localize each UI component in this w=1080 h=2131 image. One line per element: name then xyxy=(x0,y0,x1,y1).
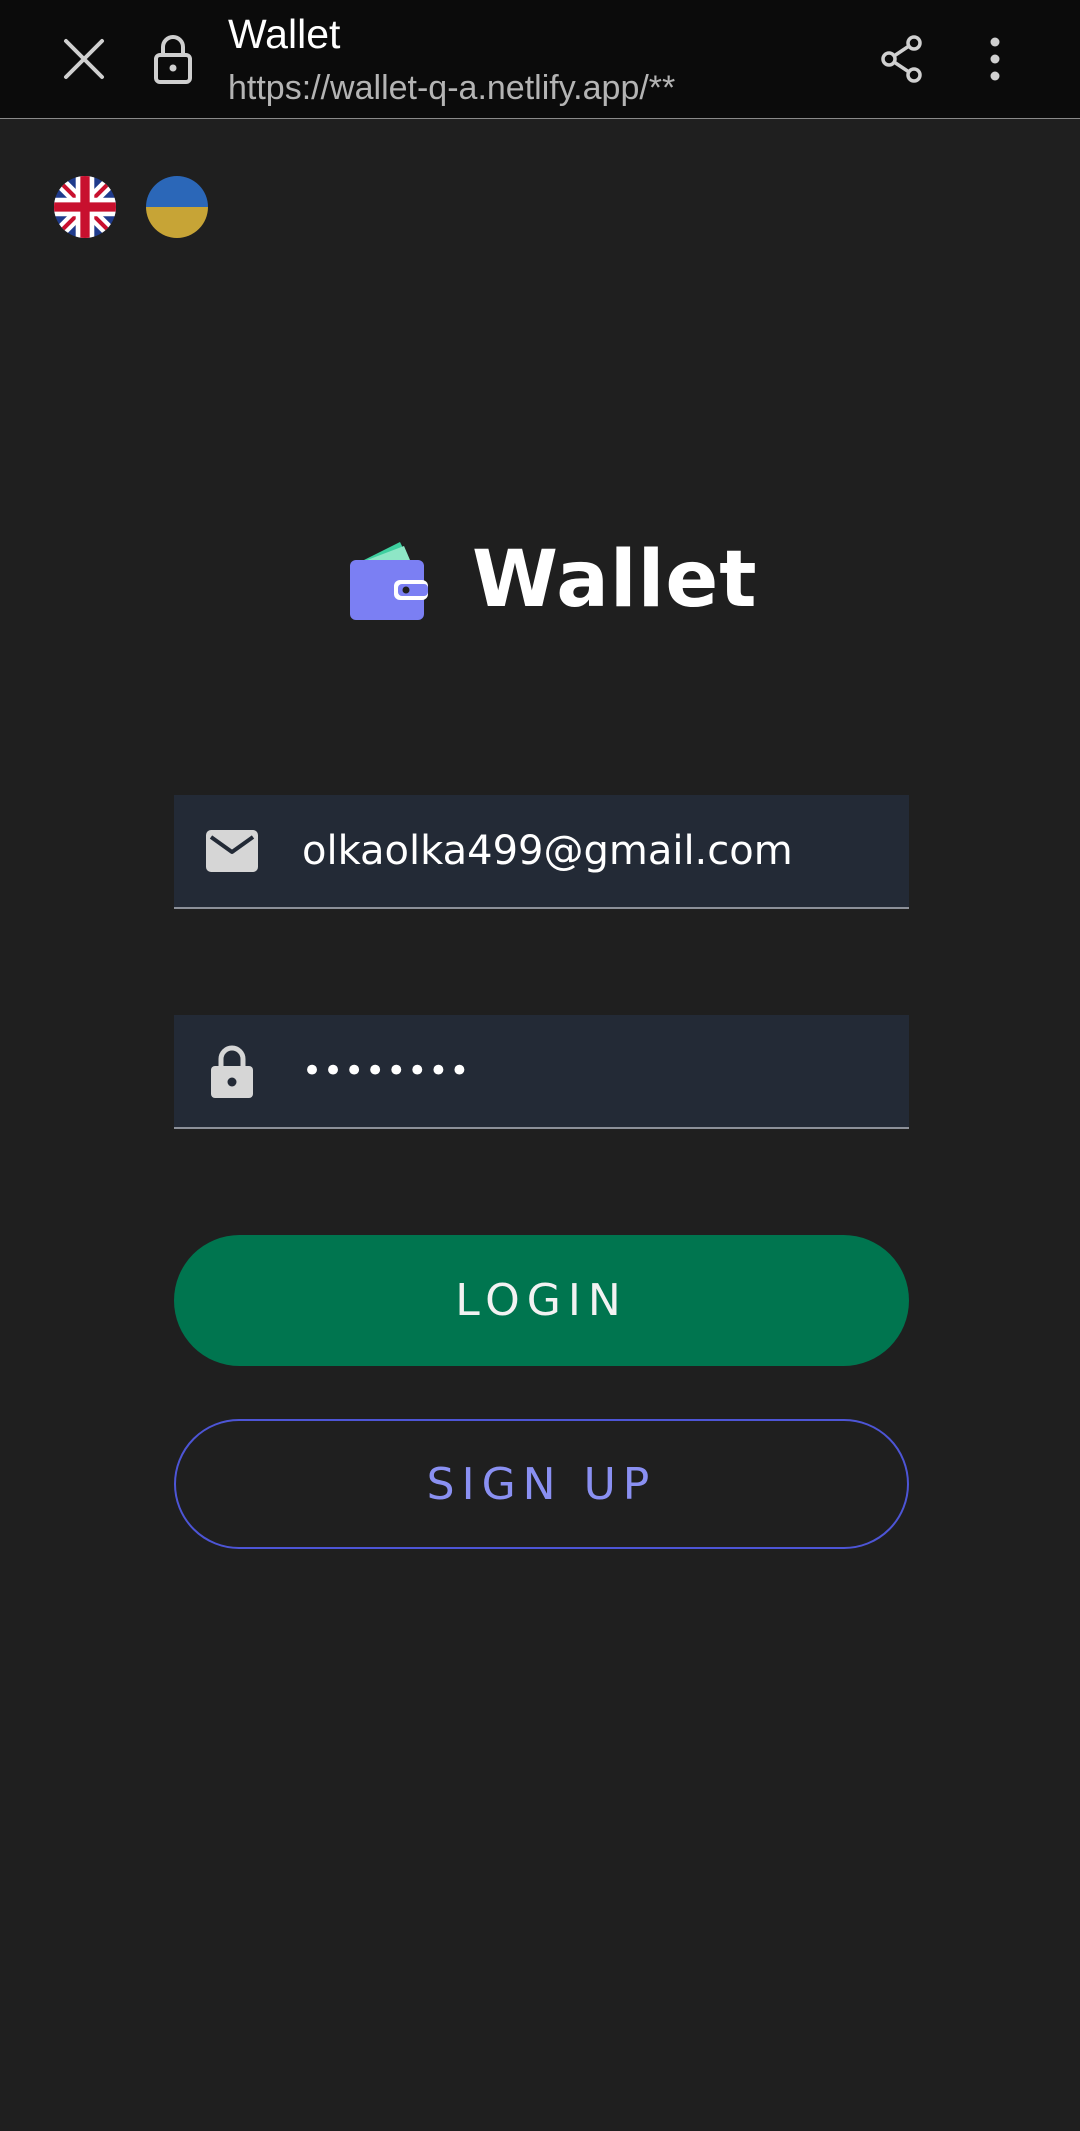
close-icon[interactable] xyxy=(50,28,118,90)
lock-icon[interactable] xyxy=(144,28,202,90)
app-logo: Wallet xyxy=(348,535,758,625)
email-field[interactable] xyxy=(174,795,909,909)
share-icon[interactable] xyxy=(870,28,934,90)
padlock-icon xyxy=(204,1043,260,1099)
password-input[interactable] xyxy=(302,1015,822,1127)
page-title: Wallet xyxy=(228,11,341,57)
more-options-icon[interactable] xyxy=(960,28,1030,90)
app-name: Wallet xyxy=(472,535,758,625)
email-input[interactable] xyxy=(302,795,822,907)
login-button[interactable]: LOGIN xyxy=(174,1235,909,1366)
browser-toolbar: Wallet https://wallet-q-a.netlify.app/** xyxy=(0,0,1080,119)
wallet-icon xyxy=(350,542,428,620)
signup-button[interactable]: SIGN UP xyxy=(174,1419,909,1549)
uk-flag-icon[interactable] xyxy=(54,176,116,238)
password-field[interactable] xyxy=(174,1015,909,1129)
envelope-icon xyxy=(204,823,260,879)
ukraine-flag-icon[interactable] xyxy=(146,176,208,238)
page-url[interactable]: https://wallet-q-a.netlify.app/** xyxy=(228,66,675,110)
